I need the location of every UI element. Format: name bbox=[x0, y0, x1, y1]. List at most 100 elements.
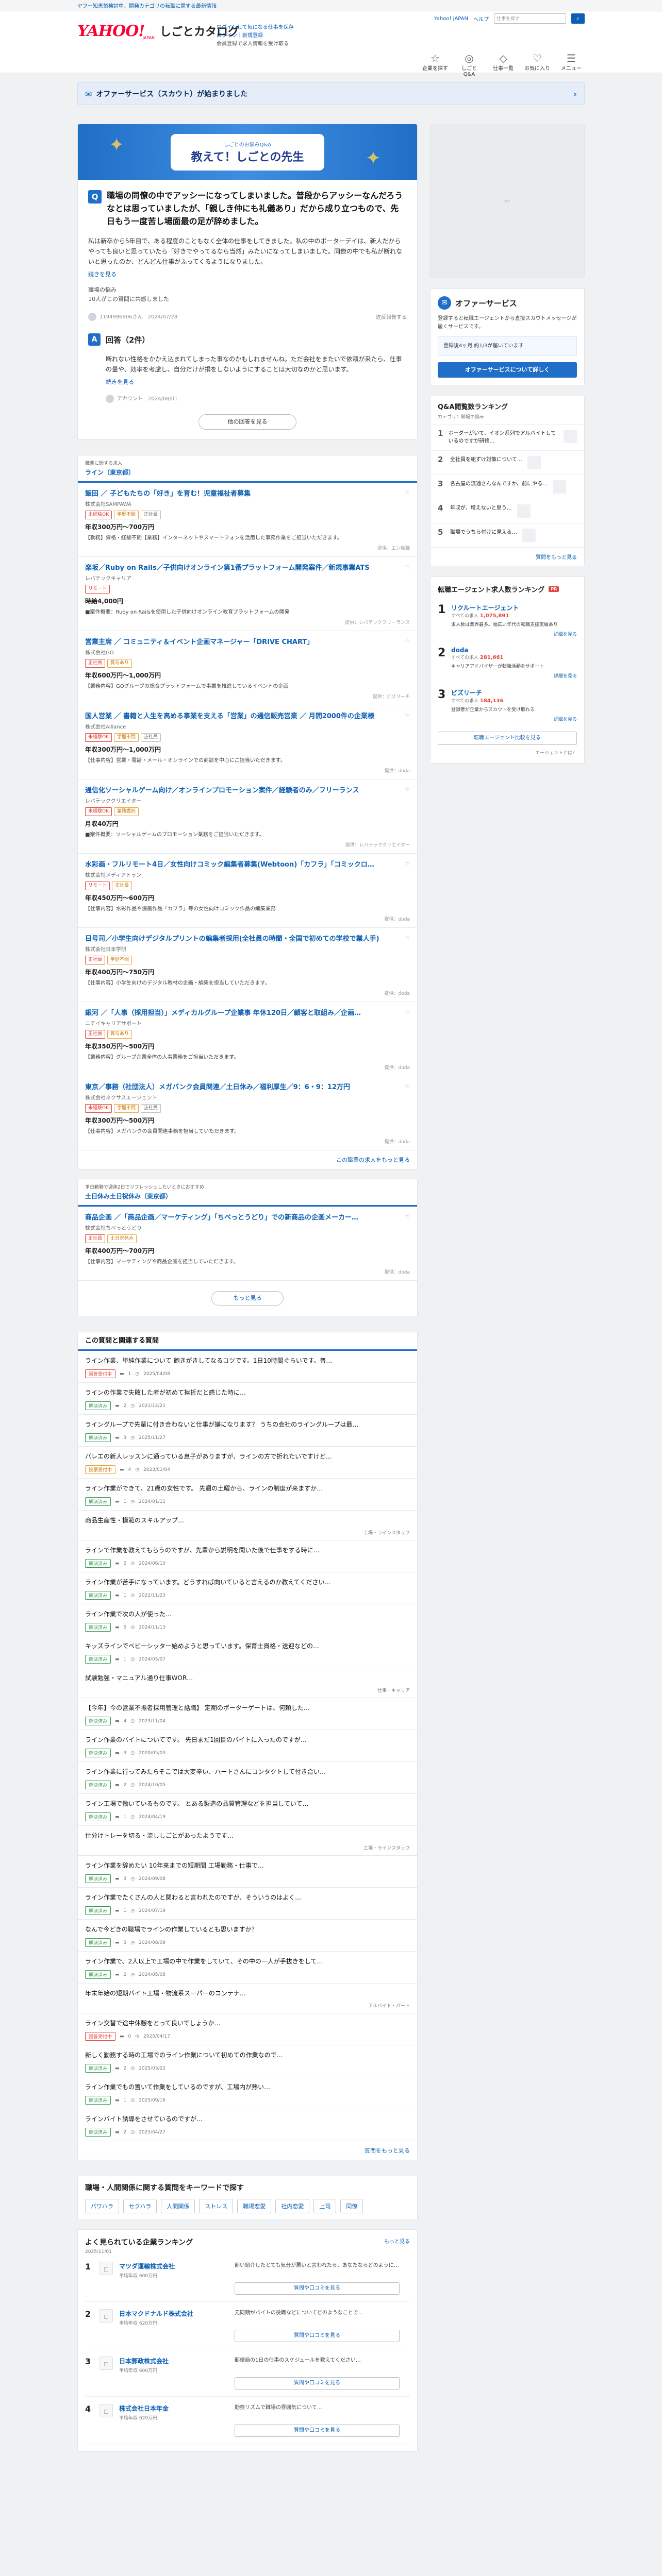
related-question-title[interactable]: ライン作業でたくさんの人と関わると言われたのですが、そういうのはよく… bbox=[85, 1893, 410, 1903]
nav-item-qa[interactable]: ◎ しごとQ&A bbox=[456, 53, 483, 77]
related-question-title[interactable]: ライン交替で途中休憩をとって良いでしょうか… bbox=[85, 2019, 410, 2028]
company-question[interactable]: 元同期がバイトの役職などについてどのようなことで… bbox=[235, 2309, 400, 2317]
qa-rank-item[interactable]: 3 名古屋の流通さんなんですか、前にやる… bbox=[431, 474, 584, 499]
company-question[interactable]: 部い紹介したとても気分が悪いと言われたら、あなたならどのように… bbox=[235, 2262, 400, 2269]
company-name[interactable]: 日本郵政株式会社 bbox=[119, 2357, 169, 2365]
related-question-title[interactable]: ライン作業に行ってみたらそこでは大変辛い、ハートさんにコンタクトして付き合い… bbox=[85, 1767, 410, 1777]
job-title[interactable]: 日号司／小学生向けデジタルプリントの編集者採用(全社員の時間・全国で初めての学校… bbox=[85, 934, 410, 944]
keyword-chip[interactable]: 職場恋愛 bbox=[237, 2199, 272, 2213]
bookmark-icon[interactable]: ☆ bbox=[404, 711, 410, 719]
related-question[interactable]: ラインで作業を教えてもらうのですが、先輩から説明を聞いた後で仕事をする時に… 解決… bbox=[78, 1540, 417, 1572]
job-title[interactable]: 営業主席 ／ コミュニティ＆イベント企画マネージャー「DRIVE CHART」 bbox=[85, 637, 410, 647]
related-question[interactable]: ライン作業でもの置いて作業をしているのですが、工場内が熱い… 解決済み ▬ 1 ◷ 202… bbox=[78, 2077, 417, 2109]
company-reviews-button[interactable]: 質問や口コミを見る bbox=[235, 2282, 400, 2295]
job-title[interactable]: 飯田 ／ 子どもたちの「好き」を育む！児童福祉者募集 bbox=[85, 489, 410, 499]
yahoo-link[interactable]: Yahoo! JAPAN bbox=[434, 16, 468, 22]
bookmark-icon[interactable]: ☆ bbox=[404, 934, 410, 941]
qa-ranking-more[interactable]: 質問をもっと見る bbox=[431, 547, 584, 566]
related-question[interactable]: なんで今どきの職場でラインの作業しているとも思いますか？ 解決済み ▬ 3 ◷ 2024/… bbox=[78, 1920, 417, 1952]
company-name[interactable]: 株式会社日本年金 bbox=[119, 2404, 169, 2413]
keyword-chip[interactable]: 社内恋愛 bbox=[275, 2199, 310, 2213]
job-item[interactable]: 東京／事務（社団法人）メガバンク会員関連／土日休み／福利厚生／9：6・9：12万… bbox=[78, 1076, 417, 1150]
related-question-title[interactable]: ライン作業ができて、21歳の女性です。 先週の土曜から、ラインの制度が来ますか… bbox=[85, 1484, 410, 1494]
bookmark-icon[interactable]: ☆ bbox=[404, 860, 410, 867]
job-item[interactable]: 通信化ソーシャルゲーム向け／オンラインプロモーション案件／経験者のみ／フリーラン… bbox=[78, 779, 417, 854]
related-question-title[interactable]: ライン作業でもの置いて作業をしているのですが、工場内が熱い… bbox=[85, 2082, 410, 2092]
signup-note[interactable]: 会員登録で求人情報を受け取る bbox=[217, 40, 294, 48]
job-item[interactable]: 国人営業 ／ 書籍と人生を高める事業を支える「営業」の通信販売営業 ／ 月間20… bbox=[78, 705, 417, 779]
related-question[interactable]: ラインバイト誘導をさせているのですが… 解決済み ▬ 2 ◷ 2025/04/27 bbox=[78, 2109, 417, 2141]
question-category[interactable]: 仕事・キャリア bbox=[377, 1687, 410, 1693]
related-question-title[interactable]: ライン作業で、2人以上で工場の中で作業をしていて、その中の一人が手抜きをして… bbox=[85, 1957, 410, 1967]
related-question[interactable]: ライン交替で途中休憩をとって良いでしょうか… 回答受付中 ▬ 0 ◷ 2025/04/17 bbox=[78, 2013, 417, 2045]
related-question[interactable]: 新しく勤務する時の工場でのライン作業について初めての作業なので… 解決済み ▬ 2 ◷ 2… bbox=[78, 2045, 417, 2077]
job-item[interactable]: 銀河 ／「人事（採用担当）」メディカルグループ企業事 年休120日／顧客と取組み… bbox=[78, 1002, 417, 1076]
qa-rank-title[interactable]: 名古屋の流通さんなんですか、前にやる… bbox=[450, 480, 548, 494]
company-name[interactable]: 日本マクドナルド株式会社 bbox=[119, 2309, 193, 2318]
company-question[interactable]: 勤務リズムで職場の雰囲気について… bbox=[235, 2404, 400, 2412]
related-question[interactable]: ライン作業で次の人が使った… 解決済み ▬ 5 ◷ 2024/11/13 bbox=[78, 1604, 417, 1636]
help-link[interactable]: ヘルプ bbox=[473, 15, 489, 23]
agent-details-link[interactable]: 詳細を見る bbox=[451, 631, 577, 637]
agent-details-link[interactable]: 詳細を見る bbox=[451, 672, 577, 679]
related-question-title[interactable]: ライン作業が苦手になっています。どうすれば向いていると言えるのか教えてください… bbox=[85, 1578, 410, 1587]
job-item[interactable]: 商品企画 ／「商品企画／マーケティング」「ちベっとうどり」での新商品の企画メーカ… bbox=[78, 1207, 417, 1281]
answer-read-more[interactable]: 続きを見る bbox=[88, 378, 407, 386]
bookmark-icon[interactable]: ☆ bbox=[404, 489, 410, 496]
bookmark-icon[interactable]: ☆ bbox=[404, 786, 410, 793]
job-title[interactable]: 通信化ソーシャルゲーム向け／オンラインプロモーション案件／経験者のみ／フリーラン… bbox=[85, 786, 410, 795]
agent-details-link[interactable]: 詳細を見る bbox=[451, 716, 577, 722]
related-question-title[interactable]: ライン作業を辞めたい 10年来までの短期間 工場勤務・仕事で… bbox=[85, 1861, 410, 1871]
keyword-chip[interactable]: 同僚 bbox=[340, 2199, 363, 2213]
job-item[interactable]: 楽坂／Ruby on Rails／子供向けオンライン第1番プラットフォーム開発案… bbox=[78, 557, 417, 631]
job-item[interactable]: 営業主席 ／ コミュニティ＆イベント企画マネージャー「DRIVE CHART」株… bbox=[78, 631, 417, 705]
agent-name[interactable]: リクルートエージェント bbox=[451, 603, 577, 612]
related-question-title[interactable]: 商品生産性・模範のスキルアップ… bbox=[85, 1516, 410, 1526]
job-title[interactable]: 商品企画 ／「商品企画／マーケティング」「ちベっとうどり」での新商品の企画メーカ… bbox=[85, 1213, 410, 1223]
company-reviews-button[interactable]: 質問や口コミを見る bbox=[235, 2425, 400, 2437]
qa-rank-title[interactable]: 年収が、増えないと思う… bbox=[450, 504, 512, 518]
job-item[interactable]: 水彩画・フルリモート4日／女性向けコミック編集者募集(Webtoon)「カフラ」… bbox=[78, 854, 417, 928]
related-question-title[interactable]: ラインで作業を教えてもらうのですが、先輩から説明を聞いた後で仕事をする時に… bbox=[85, 1546, 410, 1555]
question-category[interactable]: 工場・ラインスタッフ bbox=[363, 1529, 410, 1536]
related-question[interactable]: 試験勉強・マニュアル通り仕事WOR… 仕事・キャリア bbox=[78, 1668, 417, 1698]
related-question[interactable]: バレエの新人レッスンに通っている息子がありますが、ラインの方で折れたいですけど…… bbox=[78, 1447, 417, 1479]
save-job-link[interactable]: ログインして気になる仕事を保存 bbox=[217, 24, 294, 32]
related-question[interactable]: ライン作業を辞めたい 10年来までの短期間 工場勤務・仕事で… 解決済み ▬ 3 ◷ 20… bbox=[78, 1856, 417, 1888]
related-question-title[interactable]: ラインの作業で失敗した者が初めて挫折だと感じた時に… bbox=[85, 1388, 410, 1398]
job-title[interactable]: 楽坂／Ruby on Rails／子供向けオンライン第1番プラットフォーム開発案… bbox=[85, 563, 410, 573]
company-name[interactable]: マツダ運輸株式会社 bbox=[119, 2262, 175, 2270]
related-question[interactable]: ライン作業に行ってみたらそこでは大変辛い、ハートさんにコンタクトして付き合い… 解… bbox=[78, 1762, 417, 1794]
company-question[interactable]: 郵便局の1日の仕事のスケジュールを教えてください… bbox=[235, 2357, 400, 2364]
related-question[interactable]: ライン作業、単純作業について 飽きがきしてなるコツです。1日10時間ぐらいです。… bbox=[78, 1351, 417, 1383]
keyword-chip[interactable]: パワハラ bbox=[85, 2199, 119, 2213]
nav-item-companies[interactable]: ☆ 企業を探す bbox=[422, 53, 449, 77]
report-link[interactable]: 違反報告する bbox=[376, 313, 407, 320]
keyword-chip[interactable]: ストレス bbox=[199, 2199, 234, 2213]
job-title[interactable]: 国人営業 ／ 書籍と人生を高める事業を支える「営業」の通信販売営業 ／ 月間20… bbox=[85, 711, 410, 721]
related-question[interactable]: ライン作業のバイトについてです。 先日まだ1回目のバイトに入ったのですが… 解決済… bbox=[78, 1730, 417, 1762]
related-question[interactable]: ライン作業で、2人以上で工場の中で作業をしていて、その中の一人が手抜きをして… 解… bbox=[78, 1952, 417, 1984]
related-question-title[interactable]: 仕分けトレーを切る・流ししごとがあったようです… bbox=[85, 1831, 410, 1841]
question-category[interactable]: 工場・ラインスタッフ bbox=[363, 1844, 410, 1851]
related-question-title[interactable]: ライン作業、単純作業について 飽きがきしてなるコツです。1日10時間ぐらいです。… bbox=[85, 1356, 410, 1366]
more-questions-link[interactable]: 質問をもっと見る bbox=[78, 2141, 417, 2160]
company-reviews-button[interactable]: 質問や口コミを見る bbox=[235, 2330, 400, 2342]
related-question-title[interactable]: 試験勉強・マニュアル通り仕事WOR… bbox=[85, 1673, 410, 1683]
keyword-chip[interactable]: 人間関係 bbox=[161, 2199, 195, 2213]
agent-about-link[interactable]: エージェントとは？ bbox=[438, 749, 577, 756]
nav-item-jobs[interactable]: ◇ 仕事一覧 bbox=[490, 53, 517, 77]
search-icon[interactable]: ⌕ bbox=[571, 13, 585, 24]
keyword-chip[interactable]: 上司 bbox=[313, 2199, 337, 2213]
offer-banner[interactable]: ✉ オファーサービス（スカウト）が始まりました › bbox=[77, 82, 585, 105]
related-question-title[interactable]: 年末年始の短期バイト工場・物流系スーパーのコンテナ… bbox=[85, 1989, 410, 1998]
related-question[interactable]: キッズラインでベビーシッター始めようと思っています。保育士資格・送迎などの… 解決… bbox=[78, 1636, 417, 1668]
related-question[interactable]: ライン作業でたくさんの人と関わると言われたのですが、そういうのはよく… 解決済み ▬… bbox=[78, 1888, 417, 1920]
bookmark-icon[interactable]: ☆ bbox=[404, 1082, 410, 1090]
search-input[interactable]: 仕事を探す bbox=[494, 13, 566, 24]
qa-rank-item[interactable]: 1 ボーダーがいて、イオン系列でアルバイトしているのですが研修… bbox=[431, 424, 584, 450]
keyword-chip[interactable]: セクハラ bbox=[123, 2199, 157, 2213]
bookmark-icon[interactable]: ☆ bbox=[404, 1213, 410, 1220]
related-question[interactable]: ライン工場で働いているものです。 とある製造の品質管理などを担当していて… 解決済… bbox=[78, 1794, 417, 1826]
related-question-title[interactable]: ラインバイト誘導をさせているのですが… bbox=[85, 2114, 410, 2124]
